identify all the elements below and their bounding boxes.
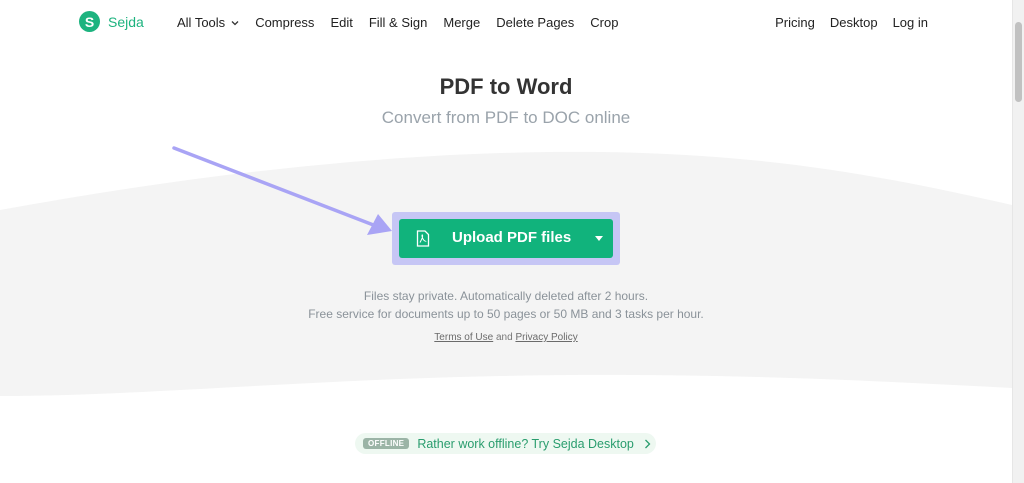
nav-fill-sign[interactable]: Fill & Sign	[369, 15, 428, 30]
upload-button-label: Upload PDF files	[452, 229, 572, 246]
upload-highlight-frame: Upload PDF files	[392, 212, 620, 265]
upload-pdf-button[interactable]: Upload PDF files	[399, 219, 613, 258]
pdf-file-icon	[416, 230, 430, 247]
page-subtitle: Convert from PDF to DOC online	[381, 108, 631, 127]
offline-badge: OFFLINE	[363, 438, 410, 449]
caret-down-icon[interactable]	[595, 236, 603, 242]
nav-all-tools[interactable]: All Tools	[177, 15, 239, 30]
chevron-right-icon	[644, 439, 651, 448]
nav-login[interactable]: Log in	[893, 15, 928, 30]
offline-desktop-link[interactable]: OFFLINE Rather work offline? Try Sejda D…	[355, 433, 656, 454]
nav-edit[interactable]: Edit	[330, 15, 352, 30]
limits-note: Free service for documents up to 50 page…	[308, 307, 704, 321]
top-navigation: S Sejda All Tools Compress Edit Fill & S…	[0, 0, 1012, 46]
nav-delete-pages[interactable]: Delete Pages	[496, 15, 574, 30]
terms-and-text: and	[495, 332, 513, 343]
terms-line: Terms of Use and Privacy Policy	[0, 332, 1012, 343]
chevron-down-icon	[231, 20, 239, 25]
nav-merge[interactable]: Merge	[443, 15, 480, 30]
nav-compress[interactable]: Compress	[255, 15, 314, 30]
nav-left-menu: All Tools Compress Edit Fill & Sign Merg…	[177, 15, 634, 30]
offline-text: Rather work offline? Try Sejda Desktop	[417, 436, 634, 451]
page-title: PDF to Word	[439, 74, 573, 99]
nav-right-menu: Pricing Desktop Log in	[760, 15, 928, 30]
logo-mark-icon: S	[79, 11, 100, 32]
logo-text: Sejda	[108, 13, 144, 30]
privacy-policy-link[interactable]: Privacy Policy	[515, 332, 577, 343]
nav-pricing[interactable]: Pricing	[775, 15, 815, 30]
privacy-note: Files stay private. Automatically delete…	[363, 289, 649, 303]
page-scrollbar[interactable]	[1012, 0, 1024, 483]
nav-all-tools-label: All Tools	[177, 15, 226, 30]
nav-desktop[interactable]: Desktop	[830, 15, 878, 30]
terms-of-use-link[interactable]: Terms of Use	[434, 332, 493, 343]
sejda-logo[interactable]: S Sejda	[79, 11, 144, 32]
scrollbar-thumb[interactable]	[1015, 22, 1022, 102]
nav-crop[interactable]: Crop	[590, 15, 618, 30]
